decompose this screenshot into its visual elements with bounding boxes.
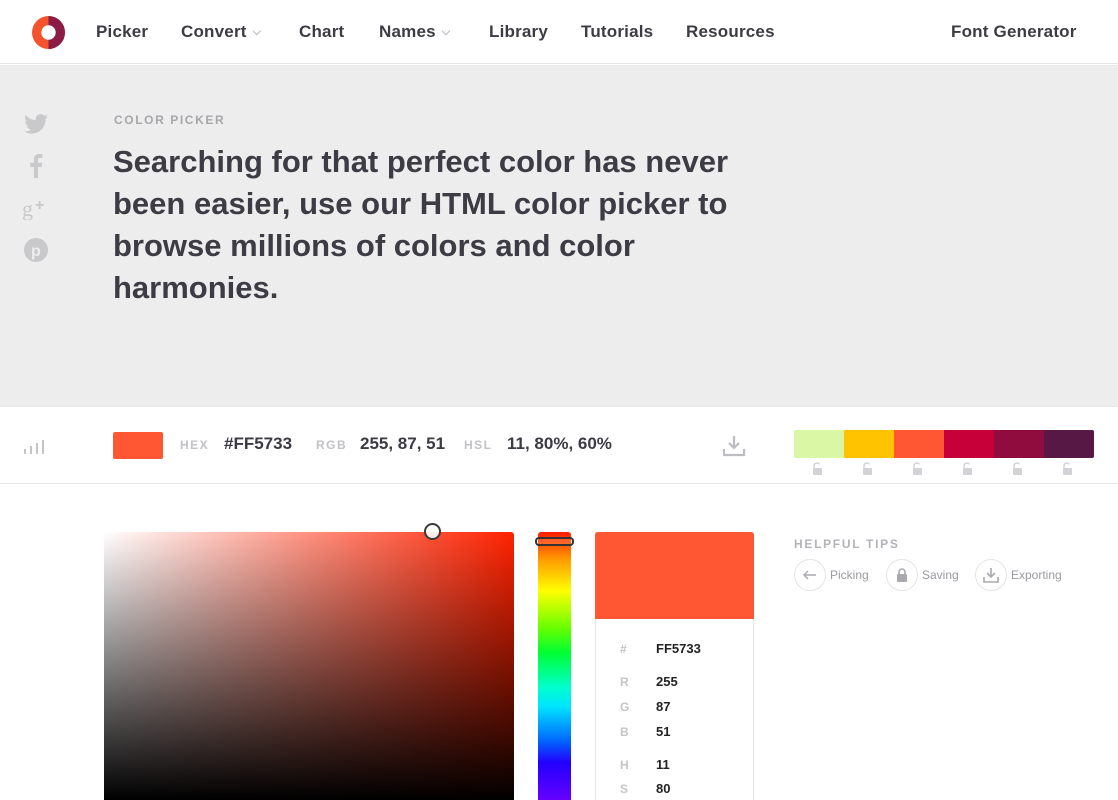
nav-library[interactable]: Library [489,22,548,42]
blue-row-value[interactable]: 51 [656,724,670,739]
twitter-icon[interactable] [22,110,50,138]
red-row-value[interactable]: 255 [656,674,678,689]
pinterest-icon[interactable]: p [22,236,50,264]
nav-chart-label: Chart [299,22,345,41]
tip-exporting[interactable]: Exporting [975,559,1062,591]
nav-tutorials[interactable]: Tutorials [581,22,653,42]
hex-row-value[interactable]: FF5733 [656,641,701,656]
tip-exporting-label: Exporting [1011,568,1062,582]
palette-swatch[interactable] [894,430,944,458]
rgb-label: RGB [316,438,348,452]
nav-resources[interactable]: Resources [686,22,775,42]
unlock-icon[interactable] [794,462,844,475]
unlock-icon[interactable] [1044,462,1094,475]
nav-chart[interactable]: Chart [299,22,344,42]
svg-text:+: + [35,197,44,214]
palette-swatch[interactable] [994,430,1044,458]
current-color-swatch [113,432,163,459]
hue-handle[interactable] [535,537,574,546]
download-icon[interactable] [722,434,746,458]
nav-tutorials-label: Tutorials [581,22,654,41]
current-color-bar: HEX #FF5733 RGB 255, 87, 51 HSL 11, 80%,… [0,406,1118,484]
hue-row-value[interactable]: 11 [656,757,670,772]
nav-font-generator-label: Font Generator [951,22,1077,41]
top-nav: Picker Convert ⌵ Chart Names ⌵ Library Tut… [0,0,1118,64]
unlock-icon[interactable] [844,462,894,475]
rgb-value[interactable]: 255, 87, 51 [360,434,445,454]
nav-names-label: Names [379,22,436,41]
unlock-icon[interactable] [944,462,994,475]
lock-icon [886,559,918,591]
nav-library-label: Library [489,22,549,41]
palette-swatch[interactable] [844,430,894,458]
saturation-handle[interactable] [424,523,441,540]
palette-locks [794,462,1094,475]
bar-chart-icon[interactable] [24,440,48,454]
color-detail-panel: # FF5733 R 255 G 87 B 51 H 11 S 80 [595,532,754,800]
google-plus-icon[interactable]: g + [22,194,50,222]
hue-slider[interactable] [538,532,571,800]
green-row-label: G [620,700,630,714]
tip-saving[interactable]: Saving [886,559,959,591]
red-row-label: R [620,675,629,689]
tip-picking[interactable]: Picking [794,559,869,591]
eyebrow-label: COLOR PICKER [114,113,226,127]
tip-saving-label: Saving [922,568,959,582]
svg-text:g: g [22,196,33,220]
unlock-icon[interactable] [994,462,1044,475]
tip-picking-label: Picking [830,568,869,582]
nav-font-generator[interactable]: Font Generator [951,22,1077,42]
hue-row-label: H [620,758,629,772]
chevron-down-icon: ⌵ [252,26,262,38]
download-icon [975,559,1007,591]
hex-row-label: # [620,642,627,656]
palette-swatch[interactable] [944,430,994,458]
saturation-row-label: S [620,782,629,796]
hsl-label: HSL [464,438,493,452]
nav-names[interactable]: Names ⌵ [379,22,450,42]
nav-picker[interactable]: Picker [96,22,148,42]
svg-text:p: p [31,243,41,260]
hex-value[interactable]: #FF5733 [224,434,292,454]
nav-convert[interactable]: Convert ⌵ [181,22,261,42]
hsl-value[interactable]: 11, 80%, 60% [507,434,612,454]
facebook-icon[interactable] [22,152,50,180]
logo-icon[interactable] [32,16,65,49]
hero-section: g + p COLOR PICKER Searching for that per… [0,65,1118,406]
detail-swatch [595,532,754,619]
color-scheme-palette [794,430,1094,458]
hex-label: HEX [180,438,210,452]
palette-swatch[interactable] [794,430,844,458]
saturation-row-value[interactable]: 80 [656,781,670,796]
helpful-tips-title: HELPFUL TIPS [794,537,900,551]
nav-picker-label: Picker [96,22,149,41]
saturation-value-area[interactable] [104,532,514,800]
page-title: Searching for that perfect color has nev… [113,144,729,305]
nav-convert-label: Convert [181,22,247,41]
blue-row-label: B [620,725,629,739]
palette-swatch[interactable] [1044,430,1094,458]
unlock-icon[interactable] [894,462,944,475]
nav-resources-label: Resources [686,22,775,41]
chevron-down-icon: ⌵ [441,26,451,38]
arrow-left-icon [794,559,826,591]
green-row-value[interactable]: 87 [656,699,670,714]
